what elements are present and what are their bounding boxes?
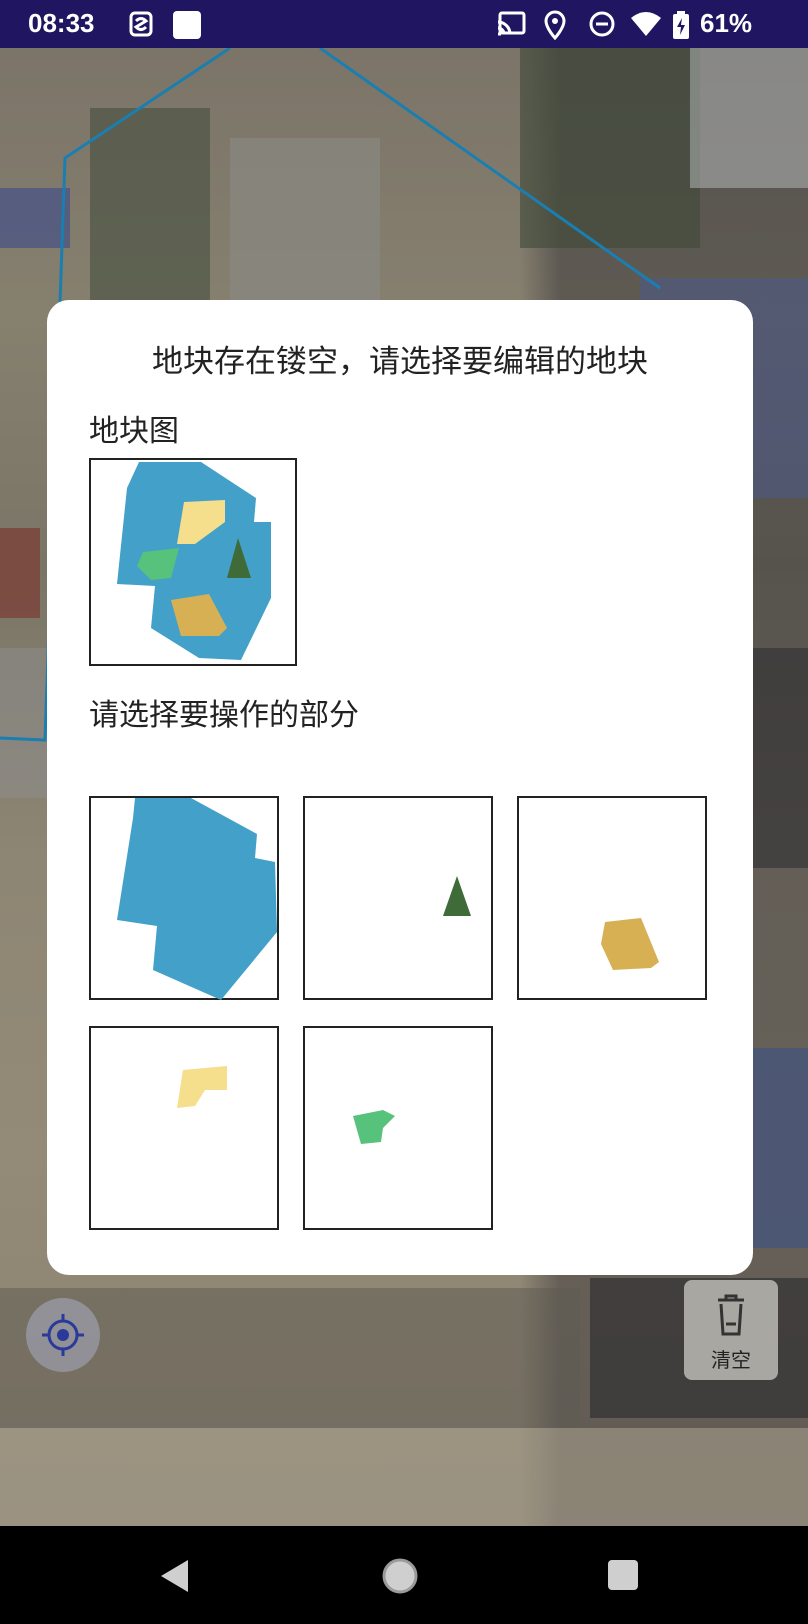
part-option-dark-green[interactable] [303, 796, 493, 1000]
part-option-blue-main[interactable] [89, 796, 279, 1000]
select-part-label: 请选择要操作的部分 [89, 698, 359, 733]
part-option-green[interactable] [303, 1026, 493, 1230]
plot-overview-image [89, 458, 297, 666]
locate-button[interactable] [26, 1298, 100, 1372]
s-app-icon [128, 10, 154, 42]
hollow-plot-dialog: 地块存在镂空，请选择要编辑的地块 地块图 请选择要操作的部分 [47, 300, 753, 1275]
do-not-disturb-icon [588, 10, 616, 42]
part-option-light-yellow[interactable] [89, 1026, 279, 1230]
clear-button[interactable]: 清空 [684, 1280, 778, 1380]
cast-icon [496, 10, 526, 42]
crosshair-icon [42, 1314, 84, 1356]
status-bar: 08:33 61% [0, 0, 808, 48]
part-option-gold[interactable] [517, 796, 707, 1000]
location-icon [544, 10, 566, 44]
status-time: 08:33 [28, 8, 95, 38]
trash-icon [718, 1294, 744, 1336]
battery-charging-icon [672, 10, 690, 44]
battery-percent: 61% [700, 8, 753, 38]
wifi-icon [630, 10, 662, 42]
recents-square-icon[interactable] [606, 1558, 640, 1592]
navigation-bar [0, 1526, 808, 1624]
square-app-icon [172, 10, 202, 44]
dialog-title: 地块存在镂空，请选择要编辑的地块 [152, 344, 648, 380]
plot-map-label: 地块图 [89, 414, 179, 449]
home-circle-icon[interactable] [380, 1556, 420, 1596]
clear-label: 清空 [711, 1348, 751, 1372]
back-triangle-icon[interactable] [158, 1558, 192, 1594]
